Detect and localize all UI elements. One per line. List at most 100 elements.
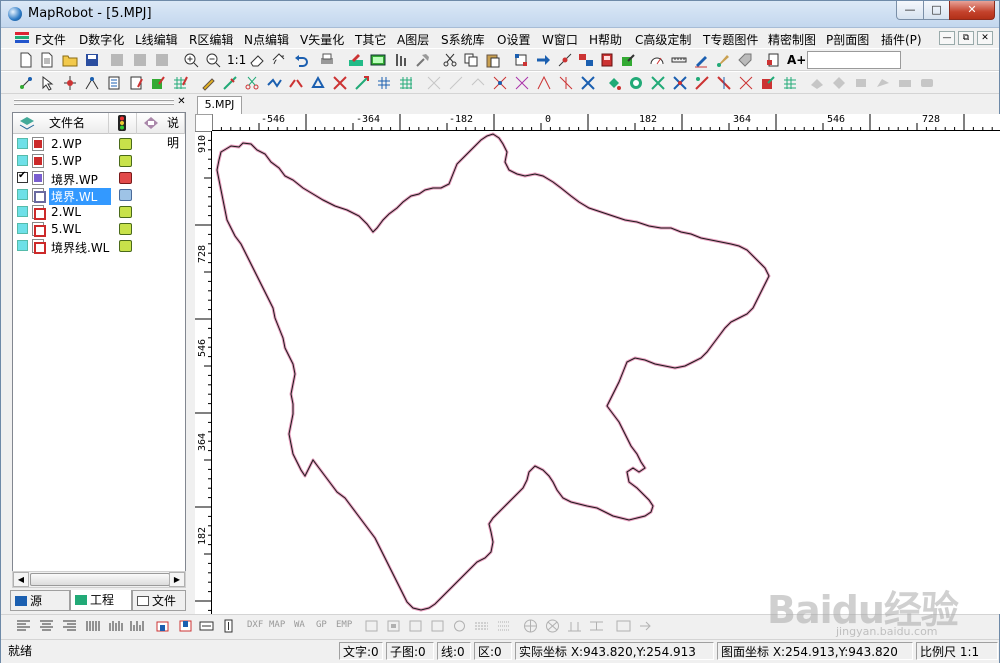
close-button[interactable]: ✕ [949,1,995,20]
visibility-checkbox[interactable] [17,223,28,234]
visibility-checkbox[interactable] [17,189,28,200]
dots-icon[interactable] [474,619,489,633]
region-x-icon[interactable] [672,75,688,91]
visibility-checkbox[interactable] [17,155,28,166]
visibility-checkbox[interactable] [17,170,28,183]
scroll-left-icon[interactable]: ◀ [13,572,29,587]
copy-icon[interactable] [463,52,479,68]
undo-icon[interactable] [293,52,309,68]
disabled-tool-icon-5[interactable] [897,75,913,91]
width-icon[interactable] [199,619,214,633]
tab-project[interactable]: 工程 [70,590,132,611]
menu-digitize[interactable]: D数字化 [79,31,124,48]
font-size-button[interactable]: A+ [787,53,806,67]
grid-edit-icon[interactable] [172,75,188,91]
align-right-icon[interactable] [62,619,77,633]
frame-icon-4[interactable] [430,619,445,633]
align-bottom-icon[interactable] [155,619,170,633]
area-join-icon[interactable] [536,75,552,91]
zoom-out-icon[interactable] [205,52,221,68]
menu-help[interactable]: H帮助 [589,31,622,48]
region-merge-icon[interactable] [738,75,754,91]
save-icon[interactable] [84,52,100,68]
menu-thematic[interactable]: T专题图件 [703,31,758,48]
zoom-ratio-button[interactable]: 1:1 [227,53,246,67]
layer-pen-icon[interactable] [348,52,364,68]
pan-icon[interactable] [271,52,287,68]
column-header-desc[interactable]: 说明 [137,113,185,150]
extend-line-icon[interactable] [354,75,370,91]
line-node-icon[interactable] [557,52,573,68]
print-icon[interactable] [319,52,335,68]
horizontal-scrollbar[interactable]: ◀ ▶ [12,571,186,588]
zoom-in-icon[interactable] [183,52,199,68]
print-setup-icon[interactable] [132,52,148,68]
tag-icon[interactable] [737,52,753,68]
disabled-tool-icon-6[interactable] [919,75,935,91]
file-row[interactable]: 境界.WP [13,170,185,187]
menu-file[interactable]: F文件 [35,31,66,48]
menu-line-edit[interactable]: L线编辑 [135,31,178,48]
vertical-bars-icon[interactable] [85,619,100,633]
align-top-icon[interactable] [178,619,193,633]
boundary-map[interactable] [213,132,993,612]
mdi-close-button[interactable]: ✕ [977,31,993,45]
disabled-tool-icon-2[interactable] [831,75,847,91]
region-move-icon[interactable] [716,75,732,91]
new-file-icon[interactable] [18,52,34,68]
disabled-tool-icon-4[interactable] [875,75,891,91]
edit-area-icon[interactable] [620,52,636,68]
pencil-icon[interactable] [200,75,216,91]
tab-source[interactable]: 源 [10,590,70,611]
menu-precision[interactable]: 精密制图 [768,31,816,48]
visibility-checkbox[interactable] [17,138,28,149]
new-label-icon[interactable] [765,52,781,68]
align-left-icon[interactable] [16,619,31,633]
mesh-line-icon[interactable] [376,75,392,91]
split-icon[interactable] [62,75,78,91]
new-doc-icon[interactable] [39,52,55,68]
point-edit-icon[interactable] [18,75,34,91]
cross-line-icon[interactable] [332,75,348,91]
list-dots-icon[interactable] [496,619,511,633]
vertex-icon[interactable] [513,52,529,68]
frame-icon-5[interactable] [452,619,467,633]
open-folder-icon[interactable] [62,52,78,68]
ruler-icon[interactable] [671,52,687,68]
wa-button[interactable]: WA [294,620,305,630]
menu-window[interactable]: W窗口 [542,31,578,48]
file-row-selected[interactable]: 境界.WL [13,187,185,205]
menu-advanced[interactable]: C高级定制 [635,31,691,48]
vertical-bars-3-icon[interactable] [129,619,144,633]
line-draw-icon[interactable] [222,75,238,91]
align-center-icon[interactable] [39,619,54,633]
visibility-checkbox[interactable] [17,206,28,217]
join-line-icon[interactable] [266,75,282,91]
disabled-tool-icon-1[interactable] [809,75,825,91]
frame-icon-1[interactable] [364,619,379,633]
menu-vectorize[interactable]: V矢量化 [300,31,344,48]
area-move-icon[interactable] [514,75,530,91]
frame-icon-3[interactable] [408,619,423,633]
toolbar-input[interactable] [807,51,901,69]
disabled-area-icon-2[interactable] [448,75,464,91]
emp-button[interactable]: EMP [336,620,352,630]
area-fill-icon[interactable] [150,75,166,91]
menu-other[interactable]: T其它 [355,31,386,48]
mdi-restore-button[interactable]: ⧉ [958,31,974,45]
region-grid-icon[interactable] [782,75,798,91]
scissors-line-icon[interactable] [244,75,260,91]
list-edit-icon[interactable] [128,75,144,91]
mdi-minimize-button[interactable]: — [939,31,955,45]
fill-color-icon[interactable] [606,75,622,91]
tab-files[interactable]: 文件 [132,590,186,611]
cut-icon[interactable] [442,52,458,68]
column-header-status[interactable] [109,113,137,134]
node-move-icon[interactable] [84,75,100,91]
eraser-icon[interactable] [249,52,265,68]
baseline-icon[interactable] [567,619,582,633]
pattern-icon[interactable] [628,75,644,91]
visibility-checkbox[interactable] [17,240,28,251]
column-header-name[interactable]: 文件名 [13,113,109,134]
vertical-bars-2-icon[interactable] [108,619,123,633]
